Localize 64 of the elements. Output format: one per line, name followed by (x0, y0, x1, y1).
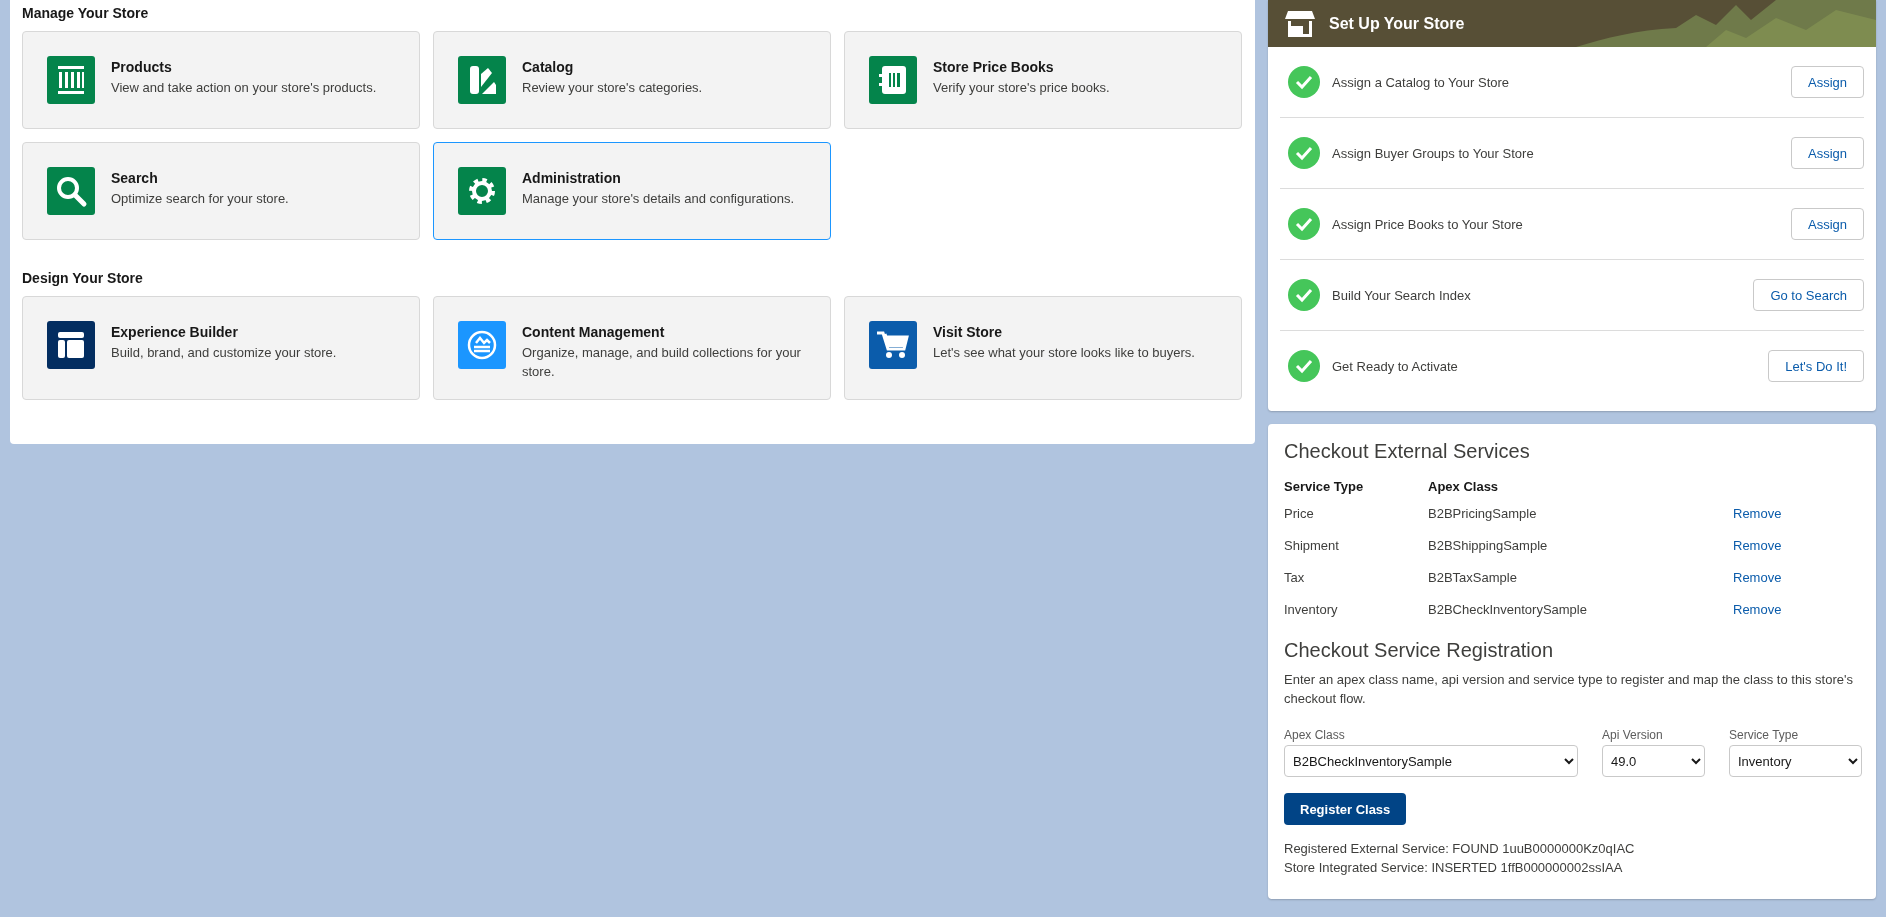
step-button[interactable]: Go to Search (1753, 279, 1864, 311)
dropdown-field[interactable]: 49.0 (1602, 745, 1705, 777)
field-label: Service Type (1729, 728, 1800, 742)
status-text: Store Integrated Service: INSERTED 1ffB000000002ssIAA (1284, 859, 1624, 877)
store-tile[interactable]: Catalog Review your store's categories. (433, 31, 831, 129)
remove-link[interactable]: Remove (1733, 569, 1782, 585)
table-cell-text: Inventory (1284, 601, 1339, 617)
store-tile[interactable]: Store Price Books Verify your store's price books. (844, 31, 1242, 129)
store-tile[interactable]: Administration Manage your store's details and configurations. (433, 142, 831, 240)
step-button[interactable]: Assign (1790, 208, 1864, 240)
field-label: Apex Class (1284, 728, 1346, 742)
panel-title: Set Up Your Store (1329, 14, 1465, 33)
table-cell-text: B2BPricingSample (1428, 505, 1538, 521)
tile-title: Administration (522, 170, 622, 186)
table-cell-text: B2BShippingSample (1428, 537, 1549, 553)
panel-title: Checkout External Services (1284, 440, 1531, 463)
tile-title: Content Management (522, 324, 666, 340)
store-tile[interactable]: Visit Store Let's see what your store looks like to buyers. (844, 296, 1242, 400)
status-text: Registered External Service: FOUND 1uuB0000000Kz0qIAC (1284, 840, 1636, 858)
table-cell-text: Price (1284, 505, 1315, 521)
tile-description: Let's see what your store looks like to buyers. (933, 344, 1195, 362)
store-tile[interactable]: Products View and take action on your store's products. (22, 31, 420, 129)
table-cell-text: Tax (1284, 569, 1306, 585)
step-label: Assign Buyer Groups to Your Store (1332, 145, 1535, 161)
dropdown-field[interactable]: B2BCheckInventorySample (1284, 745, 1578, 777)
step-label: Build Your Search Index (1332, 287, 1472, 303)
register-button[interactable]: Register Class (1284, 793, 1407, 825)
step-button[interactable]: Assign (1790, 137, 1864, 169)
tile-description: Build, brand, and customize your store. (111, 344, 337, 362)
tile-description: Review your store's categories. (522, 79, 703, 97)
tile-title: Search (111, 170, 159, 186)
tile-title: Products (111, 59, 173, 75)
tile-title: Catalog (522, 59, 575, 75)
section-heading: Manage Your Store (22, 5, 150, 21)
tile-description: Organize, manage, and build collections for your store. (522, 344, 802, 381)
tile-description: Verify your store's price books. (933, 79, 1110, 97)
dropdown-field[interactable]: Inventory (1729, 745, 1862, 777)
remove-link[interactable]: Remove (1733, 505, 1782, 521)
storefront-icon (1285, 9, 1315, 38)
tile-title: Store Price Books (933, 59, 1055, 75)
store-tile[interactable]: Experience Builder Build, brand, and customize your store. (22, 296, 420, 400)
table-cell-text: Shipment (1284, 537, 1340, 553)
table-cell-text: B2BCheckInventorySample (1428, 601, 1588, 617)
step-button[interactable]: Let's Do It! (1768, 350, 1864, 382)
step-button[interactable]: Assign (1790, 66, 1864, 98)
step-label: Get Ready to Activate (1332, 358, 1459, 374)
step-label: Assign a Catalog to Your Store (1332, 74, 1511, 90)
remove-link[interactable]: Remove (1733, 537, 1782, 553)
tile-description: View and take action on your store's products. (111, 79, 377, 97)
tile-description: Optimize search for your store. (111, 190, 289, 208)
field-label: Api Version (1602, 728, 1664, 742)
tile-title: Visit Store (933, 324, 1003, 340)
store-tile[interactable]: Content Management Organize, manage, and build collections for your store. (433, 296, 831, 400)
tile-title: Experience Builder (111, 324, 239, 340)
description: Enter an apex class name, api version and service type to register and map the class to this store's checkout flow. (1284, 671, 1854, 708)
column-header: Service Type (1284, 478, 1365, 494)
store-tile[interactable]: Search Optimize search for your store. (22, 142, 420, 240)
tile-description: Manage your store's details and configurations. (522, 190, 795, 208)
section-heading: Design Your Store (22, 270, 144, 286)
step-label: Assign Price Books to Your Store (1332, 216, 1524, 232)
table-cell-text: B2BTaxSample (1428, 569, 1518, 585)
remove-link[interactable]: Remove (1733, 601, 1782, 617)
section-title: Checkout Service Registration (1284, 639, 1554, 662)
column-header: Apex Class (1428, 478, 1500, 494)
